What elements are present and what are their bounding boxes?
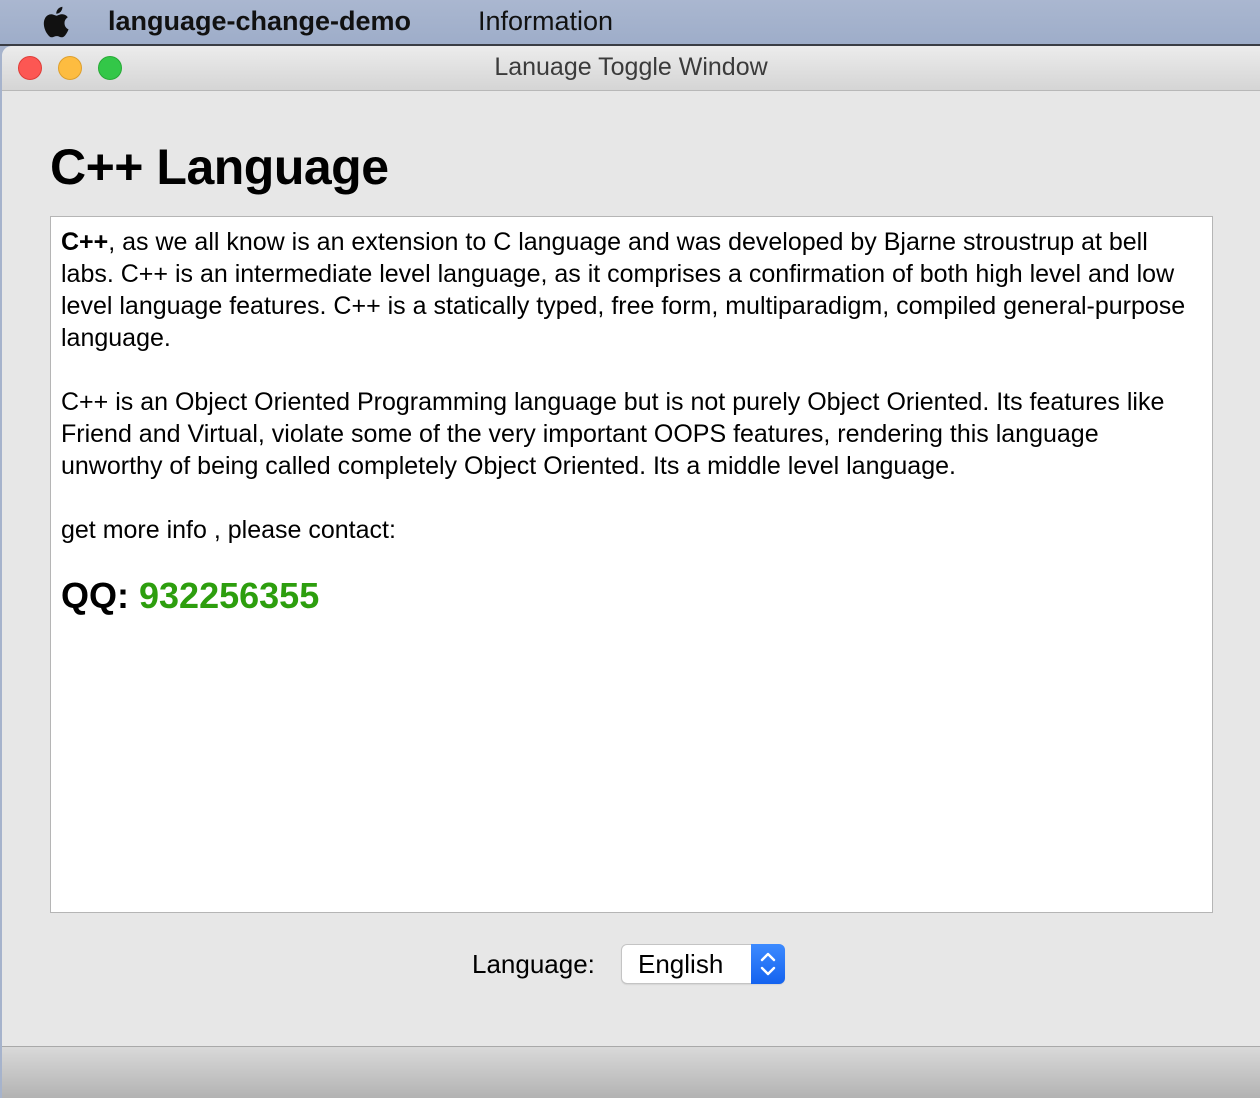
title-bar[interactable]: Lanuage Toggle Window xyxy=(2,46,1260,91)
paragraph-intro: C++, as we all know is an extension to C… xyxy=(61,226,1202,354)
language-select-value: English xyxy=(638,949,724,979)
contact-line: get more info , please contact: xyxy=(61,516,396,544)
content-text-area[interactable]: C++, as we all know is an extension to C… xyxy=(50,216,1213,913)
language-select[interactable]: English xyxy=(621,944,785,984)
apple-icon[interactable] xyxy=(40,5,70,39)
page-heading: C++ Language xyxy=(50,139,389,195)
qq-label: QQ: xyxy=(61,575,129,616)
intro-text: , as we all know is an extension to C la… xyxy=(61,228,1186,352)
menu-bar: language-change-demo Information xyxy=(0,0,1260,44)
chevron-up-down-icon xyxy=(760,952,776,976)
intro-bold-term: C++ xyxy=(61,228,109,256)
qq-contact: QQ: 932256355 xyxy=(61,574,1202,618)
window-title: Lanuage Toggle Window xyxy=(494,53,768,81)
app-menu-name[interactable]: language-change-demo xyxy=(108,6,411,37)
window-bottom-bar xyxy=(2,1046,1260,1098)
app-window: Lanuage Toggle Window C++ Language C++, … xyxy=(2,46,1260,1098)
qq-number: 932256355 xyxy=(139,575,320,616)
select-arrows-icon[interactable] xyxy=(751,944,785,984)
language-label: Language: xyxy=(472,949,595,979)
paragraph-oop: C++ is an Object Oriented Programming la… xyxy=(61,388,1165,480)
menu-item-information[interactable]: Information xyxy=(478,6,613,37)
